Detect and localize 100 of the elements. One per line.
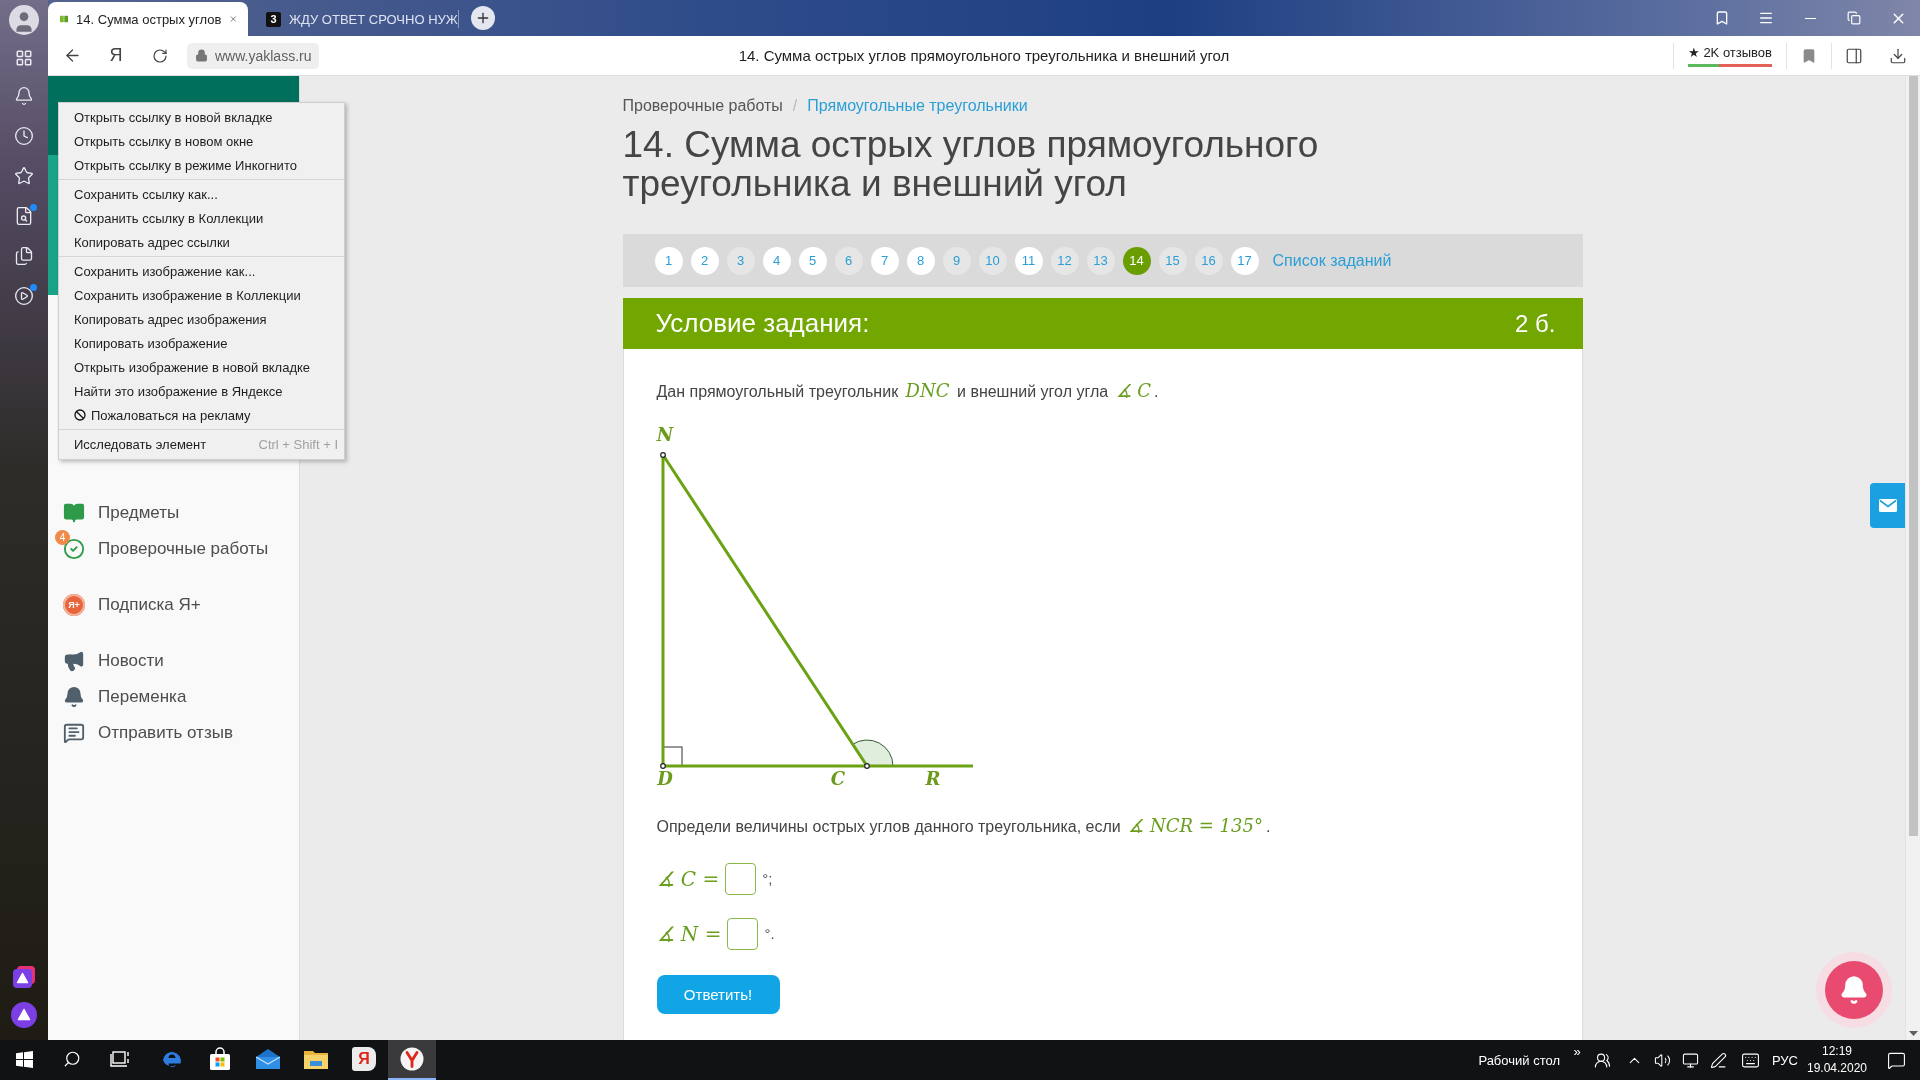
sidebar-label: Новости	[98, 651, 164, 671]
bookmark-icon	[1801, 47, 1817, 64]
menu-item[interactable]: Пожаловаться на рекламу	[59, 403, 344, 427]
clock-time: 12:19	[1822, 1043, 1852, 1060]
degree-suffix: °;	[762, 870, 773, 887]
language-button[interactable]: РУС	[1768, 1040, 1802, 1080]
download-icon	[1889, 46, 1907, 65]
menu-item[interactable]: Сохранить изображение как...	[59, 259, 344, 283]
menu-item[interactable]: Сохранить ссылку в Коллекции	[59, 206, 344, 230]
volume-icon	[1653, 1051, 1671, 1069]
sidebar-label: Отправить отзыв	[98, 723, 233, 743]
desktop-toolbar-label: Рабочий стол	[1478, 1052, 1561, 1068]
prohibited-icon	[74, 409, 86, 421]
home-button[interactable]: Я	[94, 37, 138, 74]
task-points: 2 б.	[1515, 309, 1556, 338]
angle-expression: ∡ C =	[656, 866, 720, 891]
clock-icon	[14, 126, 34, 146]
notification-dot	[30, 204, 37, 211]
sidebar-item[interactable]: Я+ Подписка Я+	[48, 587, 299, 623]
sidebar-item[interactable]: 4 Проверочные работы	[48, 531, 299, 567]
document-search-icon	[14, 206, 34, 226]
point-label: C	[830, 768, 845, 789]
menu-item[interactable]: Найти это изображение в Яндексе	[59, 379, 344, 403]
reviews-button[interactable]: ★ 2K отзывов	[1672, 42, 1787, 69]
task-header-title: Условие задания:	[655, 308, 870, 339]
panel-icon	[1845, 46, 1863, 65]
tab-title: ЖДУ ОТВЕТ СРОЧНО НУЖ	[289, 11, 458, 27]
assistant-tile-icon	[12, 965, 36, 989]
avatar-icon	[9, 5, 39, 35]
scroll-down-icon[interactable]	[1908, 1031, 1918, 1036]
breadcrumb-separator: /	[792, 96, 798, 116]
folder-icon	[304, 1049, 328, 1069]
feedback-button[interactable]	[1870, 483, 1905, 528]
book-icon	[63, 502, 85, 524]
menu-item[interactable]: Копировать адрес изображения	[59, 307, 344, 331]
toolbar-overflow-button[interactable]: »	[1570, 1044, 1584, 1059]
logo-tile: Я	[352, 1047, 376, 1071]
menu-item[interactable]: Открыть ссылку в новом окне	[59, 129, 344, 153]
menu-item[interactable]: Открыть изображение в новой вкладке	[59, 355, 344, 379]
page-title: 14. Сумма острых углов прямоугольного треугольника и внешний угол	[738, 47, 1230, 64]
taskbar-app-button[interactable]	[388, 1040, 436, 1080]
assistant-circle-icon	[11, 1002, 37, 1028]
chat-bubble-icon	[1886, 1050, 1906, 1070]
menu-item[interactable]: Исследовать элемент Ctrl + Shift + I	[59, 432, 344, 456]
sidebar-label: Подписка Я+	[98, 595, 201, 615]
star-icon	[14, 166, 34, 186]
pen-icon	[1709, 1051, 1727, 1069]
bell-icon	[63, 686, 85, 708]
tab-title: 14. Сумма острых углов	[76, 11, 222, 27]
scrollbar-thumb[interactable]	[1908, 76, 1918, 836]
menu-item[interactable]: Копировать адрес ссылки	[59, 230, 344, 254]
menu-item[interactable]: Открыть ссылку в новой вкладке	[59, 105, 344, 129]
sidebar-item[interactable]: Новости	[48, 643, 299, 679]
search-icon	[63, 1050, 81, 1068]
url-field[interactable]: www.yaklass.ru	[187, 42, 320, 69]
restore-icon	[1847, 11, 1861, 25]
megaphone-icon	[63, 650, 85, 672]
menu-item[interactable]: Копировать изображение	[59, 331, 344, 355]
envelope-icon	[256, 1049, 280, 1069]
vertex-point	[863, 763, 870, 769]
scrollbar[interactable]	[1905, 76, 1920, 1040]
reviews-label: ★ 2K отзывов	[1687, 44, 1772, 61]
angle-expression: ∡ N =	[656, 921, 722, 946]
menu-item[interactable]: Сохранить ссылку как...	[59, 182, 344, 206]
task-view-icon	[110, 1051, 130, 1067]
point-label: R	[925, 768, 940, 789]
sidebar-item[interactable]: Предметы	[48, 495, 299, 531]
menu-item[interactable]: Сохранить изображение в Коллекции	[59, 283, 344, 307]
sidebar-label: Переменка	[98, 687, 187, 707]
favicon: 3	[266, 11, 281, 27]
page-heading: 14. Сумма острых углов прямоугольного треугольника и внешний угол	[622, 125, 1320, 203]
point-label: N	[656, 424, 673, 445]
clock-date: 19.04.2020	[1806, 1060, 1868, 1077]
shopping-bag-icon	[208, 1047, 232, 1071]
grid-icon	[15, 49, 33, 67]
degree-suffix: °.	[764, 925, 775, 942]
logo-badge: Я+	[63, 594, 85, 616]
sidebar-label: Проверочные работы	[98, 539, 269, 559]
play-icon	[14, 286, 34, 306]
browser-tab[interactable]: 14. Сумма острых углов	[48, 2, 248, 36]
taskbar-app-button[interactable]: Я	[340, 1040, 388, 1080]
start-icon	[15, 1050, 33, 1068]
new-tab-button[interactable]	[471, 6, 495, 30]
sidebar-item[interactable]: Отправить отзыв	[48, 715, 299, 751]
bell-icon	[14, 86, 34, 106]
plus-icon	[475, 10, 491, 26]
menu-item[interactable]: Открыть ссылку в режиме Инкогнито	[59, 153, 344, 177]
favicon-icon	[60, 13, 69, 25]
envelope-icon	[1878, 499, 1897, 512]
documents-icon	[14, 246, 34, 266]
notification-dot	[30, 284, 37, 291]
count-badge: 4	[55, 530, 70, 545]
check-circle-icon	[63, 538, 85, 560]
bookmark-icon	[1714, 10, 1730, 26]
task-intro: Дан прямоугольный треугольник DNC и внешний угол угла ∡ C.	[656, 379, 1160, 403]
browser-logo-icon	[400, 1047, 424, 1071]
clock-button[interactable]: 12:19 19.04.2020	[1802, 1040, 1872, 1080]
sidebar-item[interactable]: Переменка	[48, 679, 299, 715]
vertex-point	[659, 452, 666, 458]
bell-icon	[1825, 961, 1883, 1019]
